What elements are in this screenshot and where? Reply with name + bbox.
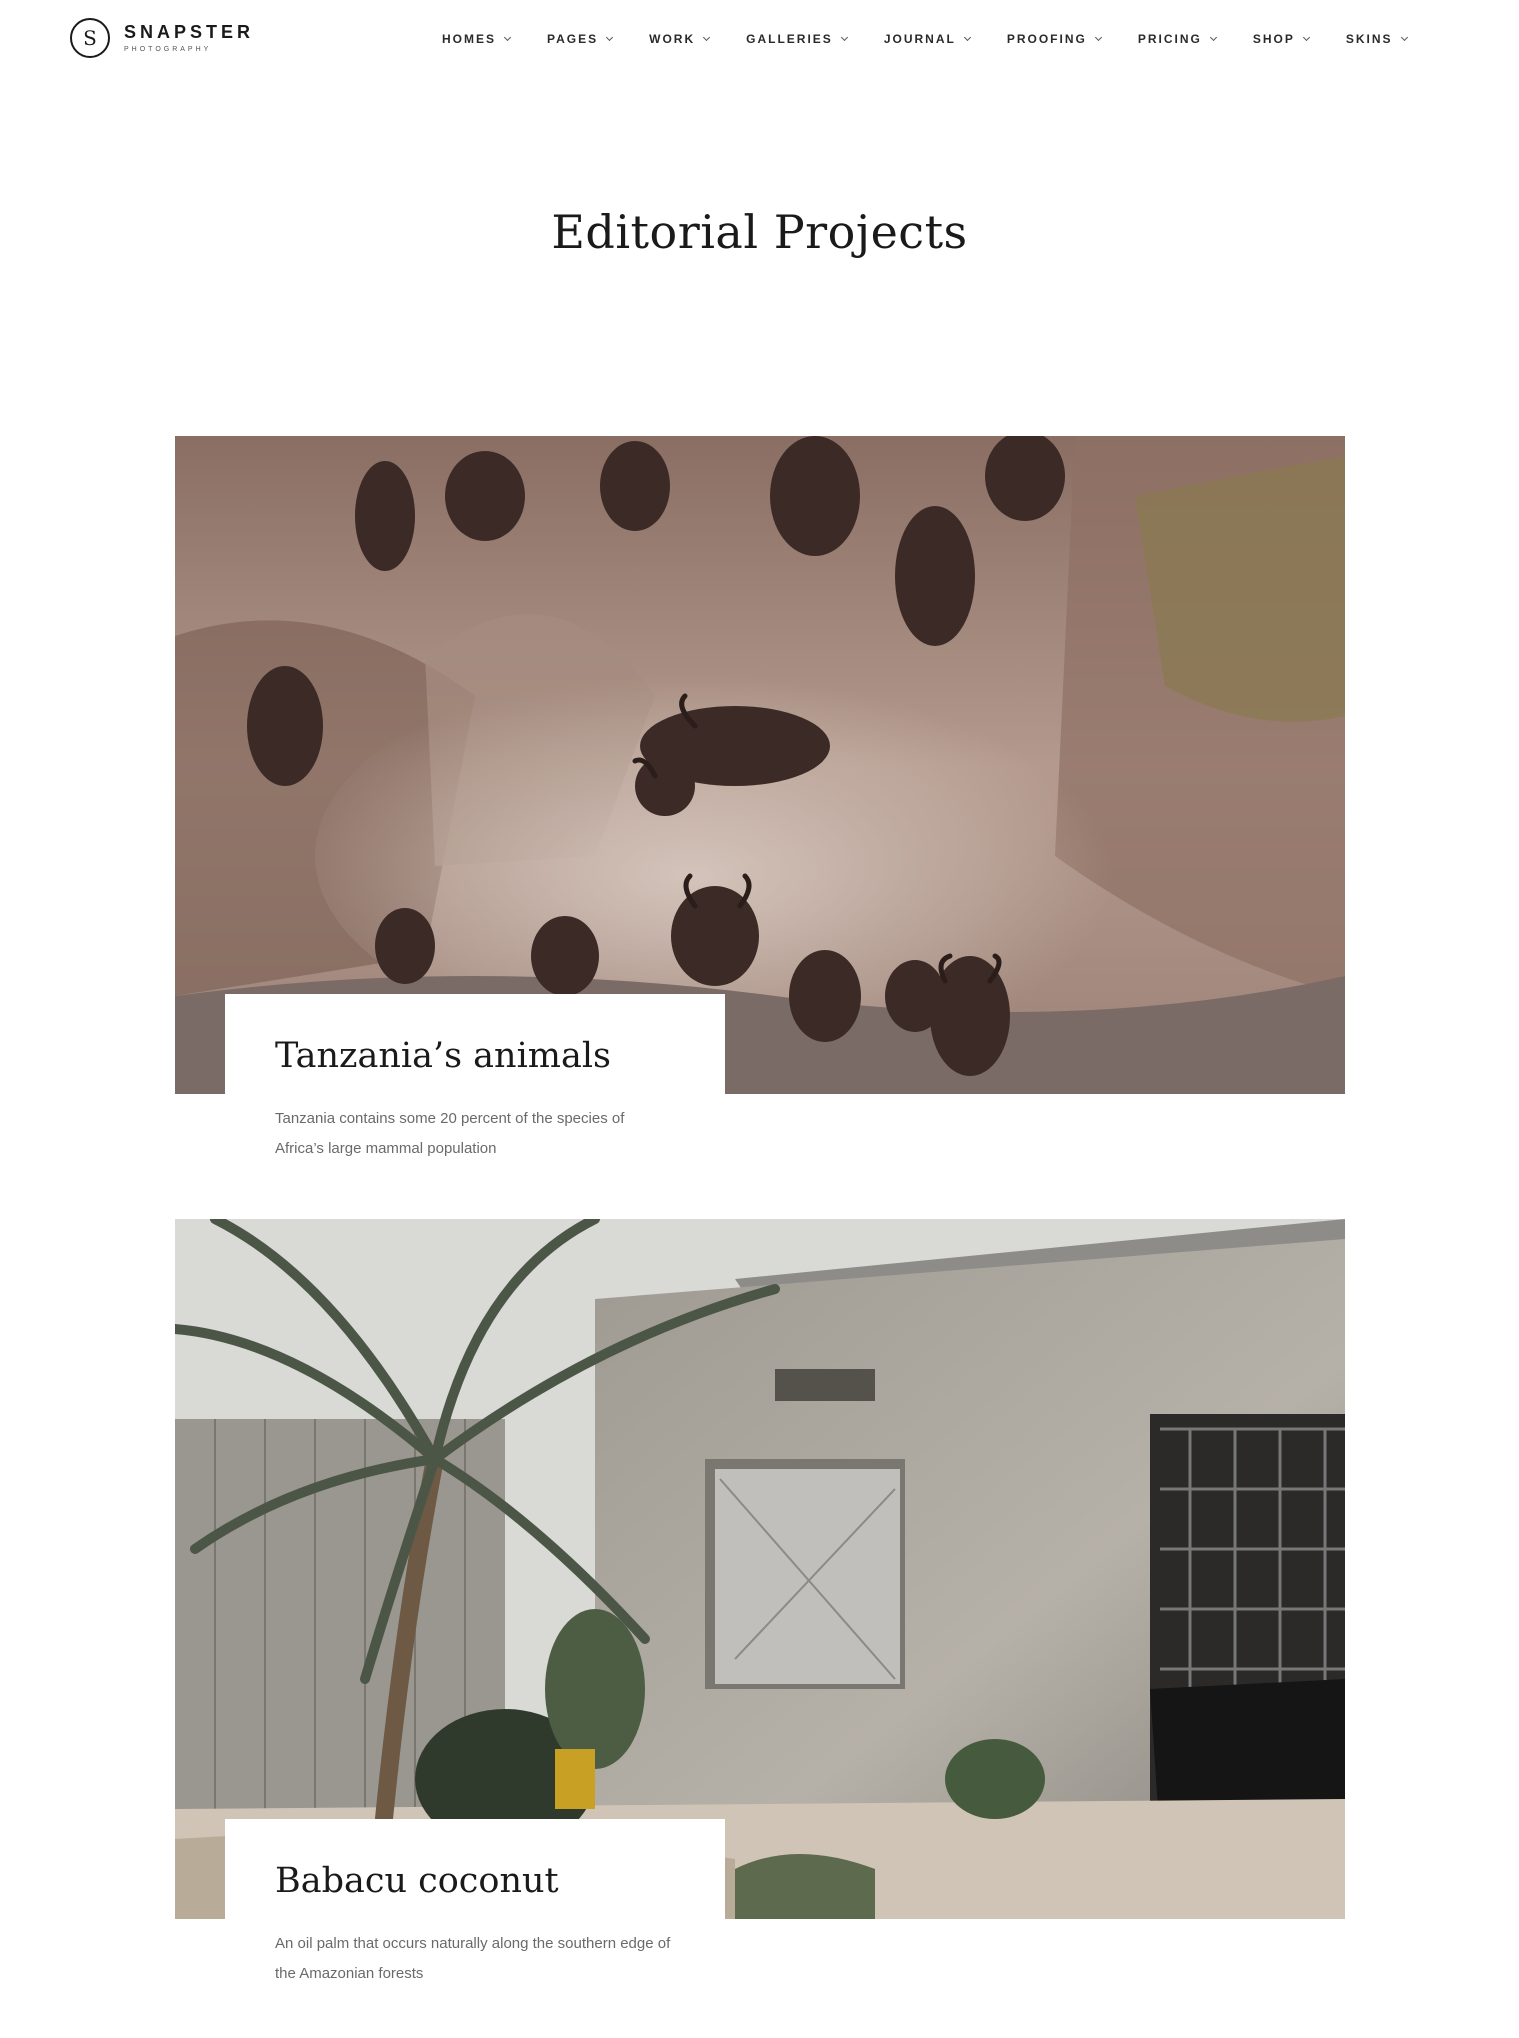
main-nav: HOMES PAGES WORK GALLERIES JOURNAL PROOF…	[442, 32, 1408, 46]
brand-name: SNAPSTER	[124, 21, 255, 42]
nav-item-label: PROOFING	[1006, 32, 1087, 46]
chevron-down-icon	[1094, 33, 1102, 41]
brand-tagline: PHOTOGRAPHY	[124, 45, 212, 53]
logo-text: SNAPSTER PHOTOGRAPHY	[124, 22, 254, 55]
project-card[interactable]: Tanzania’s animals Tanzania contains som…	[175, 436, 1345, 1157]
logo-mark-icon: S	[70, 18, 110, 58]
nav-item-label: SKINS	[1345, 32, 1393, 46]
nav-item-homes[interactable]: HOMES	[442, 32, 512, 46]
chevron-down-icon	[840, 33, 848, 41]
nav-item-skins[interactable]: SKINS	[1345, 32, 1408, 46]
nav-item-galleries[interactable]: GALLERIES	[746, 32, 848, 46]
chevron-down-icon	[963, 33, 971, 41]
nav-item-work[interactable]: WORK	[649, 32, 711, 46]
chevron-down-icon	[1302, 33, 1310, 41]
nav-item-label: SHOP	[1252, 32, 1295, 46]
nav-item-label: WORK	[649, 32, 696, 46]
nav-item-label: PRICING	[1137, 32, 1202, 46]
site-header: S SNAPSTER PHOTOGRAPHY HOMES PAGES WORK …	[0, 0, 1519, 82]
chevron-down-icon	[1209, 33, 1217, 41]
nav-item-label: PAGES	[547, 32, 599, 46]
nav-item-proofing[interactable]: PROOFING	[1006, 32, 1102, 46]
chevron-down-icon	[703, 33, 711, 41]
nav-item-pricing[interactable]: PRICING	[1137, 32, 1217, 46]
chevron-down-icon	[606, 33, 614, 41]
project-title[interactable]: Tanzania’s animals	[275, 1034, 675, 1078]
nav-item-label: HOMES	[442, 32, 497, 46]
nav-item-pages[interactable]: PAGES	[547, 32, 614, 46]
project-card[interactable]: Babacu coconut An oil palm that occurs n…	[175, 1219, 1345, 1989]
page-title: Editorial Projects	[551, 205, 968, 259]
site-logo[interactable]: S SNAPSTER PHOTOGRAPHY	[70, 18, 254, 58]
project-description: Tanzania contains some 20 percent of the…	[275, 1110, 625, 1157]
nav-item-shop[interactable]: SHOP	[1252, 32, 1310, 46]
project-image-coconut[interactable]	[175, 1219, 1345, 1919]
nav-item-journal[interactable]: JOURNAL	[883, 32, 971, 46]
chevron-down-icon	[1400, 33, 1408, 41]
project-caption: Babacu coconut An oil palm that occurs n…	[225, 1819, 725, 1989]
project-title[interactable]: Babacu coconut	[275, 1859, 675, 1903]
nav-item-label: GALLERIES	[746, 32, 833, 46]
chevron-down-icon	[503, 33, 512, 41]
project-description: An oil palm that occurs naturally along …	[275, 1935, 671, 1982]
project-caption: Tanzania’s animals Tanzania contains som…	[225, 994, 725, 1157]
nav-item-label: JOURNAL	[883, 32, 956, 46]
